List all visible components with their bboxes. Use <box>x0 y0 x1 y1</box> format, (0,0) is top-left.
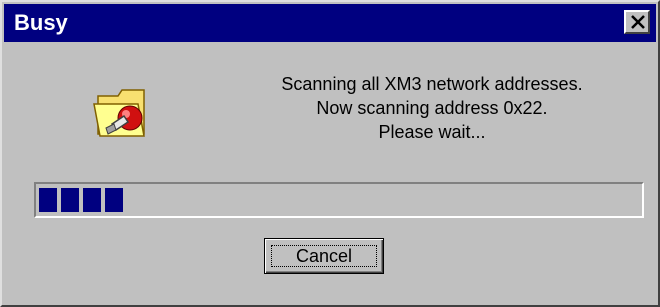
progress-fill <box>39 188 639 212</box>
message-line-3: Please wait... <box>378 122 486 142</box>
window-title: Busy <box>14 10 68 35</box>
progress-block <box>83 188 101 212</box>
status-message: Scanning all XM3 network addresses. Now … <box>212 72 652 144</box>
cancel-button[interactable]: Cancel <box>264 238 384 274</box>
progress-block <box>39 188 57 212</box>
close-button[interactable] <box>624 10 650 34</box>
message-line-1: Scanning all XM3 network addresses. <box>281 74 583 94</box>
folder-network-icon <box>93 89 145 137</box>
progress-bar <box>34 182 644 218</box>
focus-ring <box>271 245 377 267</box>
title-bar[interactable]: Busy <box>4 4 656 42</box>
progress-block <box>105 188 123 212</box>
close-icon <box>631 15 645 29</box>
progress-block <box>61 188 79 212</box>
busy-dialog: Busy Scanning all XM3 network addresses.… <box>0 0 660 307</box>
message-line-2: Now scanning address 0x22. <box>316 98 548 118</box>
